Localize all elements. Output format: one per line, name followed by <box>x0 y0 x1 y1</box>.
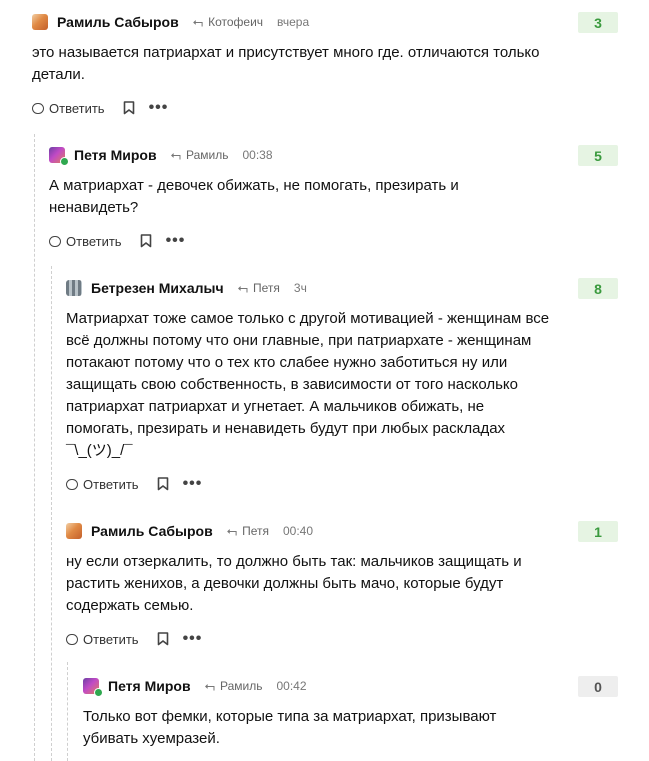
reply-arrow-icon: ⮢ <box>192 14 204 29</box>
comment-text: А матриархат - девочек обижать, не помог… <box>49 177 459 216</box>
more-dots-icon[interactable]: ••• <box>183 476 203 492</box>
comment-time[interactable]: 00:38 <box>242 148 272 162</box>
comment-time[interactable]: 3ч <box>294 281 307 295</box>
comment-text: Матриархат тоже самое только с другой мо… <box>66 310 550 459</box>
reply-arrow-icon: ⮢ <box>237 280 248 295</box>
reply-button[interactable]: Ответить <box>32 101 105 116</box>
reply-button-label: Ответить <box>83 631 139 647</box>
reply-to-name: Петя <box>253 281 280 295</box>
reply-button-label: Ответить <box>83 476 139 492</box>
comment-header: Петя Миров ⮢ Рамиль 00:38 <box>49 145 273 166</box>
reply-to-name: Петя <box>242 524 269 538</box>
comment-text: Только вот фемки, которые типа за матриа… <box>83 708 497 747</box>
reply-to-name: Рамиль <box>219 679 263 693</box>
more-dots-icon[interactable]: ••• <box>183 631 203 647</box>
reply-button[interactable]: Ответить <box>66 477 139 492</box>
rating-badge[interactable]: 0 <box>578 676 618 697</box>
reply-to-link[interactable]: ⮢ Рамиль <box>171 147 229 163</box>
reply-arrow-icon: ⮢ <box>226 523 238 538</box>
reply-to-link[interactable]: ⮢ Рамиль <box>205 678 263 694</box>
online-indicator <box>60 157 69 166</box>
comment-actions: Ответить ••• <box>49 231 185 251</box>
comment-author[interactable]: Рамиль Сабыров <box>57 14 179 30</box>
reply-arrow-icon: ⮢ <box>204 678 215 693</box>
comment-time[interactable]: вчера <box>277 15 309 29</box>
avatar[interactable] <box>32 14 48 30</box>
bookmark-icon[interactable] <box>123 101 135 115</box>
comment-actions: Ответить ••• <box>32 98 168 118</box>
thread-line-level-1 <box>34 134 35 761</box>
avatar[interactable] <box>66 523 82 539</box>
thread-line-level-2 <box>51 266 52 761</box>
comment-actions: Ответить ••• <box>66 474 202 494</box>
rating-badge[interactable]: 1 <box>578 521 618 542</box>
comment-author[interactable]: Рамиль Сабыров <box>91 523 213 539</box>
reply-button[interactable]: Ответить <box>66 632 139 647</box>
more-dots-icon[interactable]: ••• <box>166 233 186 249</box>
comment-author[interactable]: Бетрезен Михалыч <box>91 280 224 296</box>
rating-badge[interactable]: 5 <box>578 145 618 166</box>
avatar[interactable] <box>66 280 82 296</box>
rating-badge[interactable]: 8 <box>578 278 618 299</box>
comment-time[interactable]: 00:40 <box>283 524 313 538</box>
bookmark-icon[interactable] <box>157 477 169 491</box>
comment-actions: Ответить ••• <box>66 629 202 649</box>
reply-to-link[interactable]: ⮢ Котофеич <box>193 14 263 30</box>
comment-header: Петя Миров ⮢ Рамиль 00:42 <box>83 676 307 697</box>
comment-bubble-icon <box>66 478 78 490</box>
more-dots-icon[interactable]: ••• <box>149 100 169 116</box>
comment-bubble-icon <box>49 235 61 247</box>
reply-button-label: Ответить <box>66 233 122 249</box>
comment-time[interactable]: 00:42 <box>276 679 306 693</box>
avatar[interactable] <box>49 147 69 166</box>
comment-text: это называется патриархат и присутствует… <box>32 44 540 83</box>
reply-button[interactable]: Ответить <box>49 234 122 249</box>
avatar[interactable] <box>83 678 103 697</box>
comment-bubble-icon <box>32 102 44 114</box>
reply-button-label: Ответить <box>49 100 105 116</box>
comment-author[interactable]: Петя Миров <box>108 678 191 694</box>
thread-line-level-3 <box>67 662 68 761</box>
online-indicator <box>94 688 103 697</box>
reply-to-link[interactable]: ⮢ Петя <box>238 280 280 296</box>
reply-to-name: Рамиль <box>185 148 229 162</box>
comment-header: Бетрезен Михалыч ⮢ Петя 3ч <box>66 278 307 298</box>
comment-text: ну если отзеркалить, то должно быть так:… <box>66 553 522 614</box>
reply-to-name: Котофеич <box>208 15 264 29</box>
bookmark-icon[interactable] <box>140 234 152 248</box>
comment-author[interactable]: Петя Миров <box>74 147 157 163</box>
comment-header: Рамиль Сабыров ⮢ Петя 00:40 <box>66 521 313 541</box>
rating-badge[interactable]: 3 <box>578 12 618 33</box>
reply-to-link[interactable]: ⮢ Петя <box>227 523 269 539</box>
bookmark-icon[interactable] <box>157 632 169 646</box>
comment-header: Рамиль Сабыров ⮢ Котофеич вчера <box>32 12 309 32</box>
reply-arrow-icon: ⮢ <box>170 147 181 162</box>
comment-bubble-icon <box>66 633 78 645</box>
